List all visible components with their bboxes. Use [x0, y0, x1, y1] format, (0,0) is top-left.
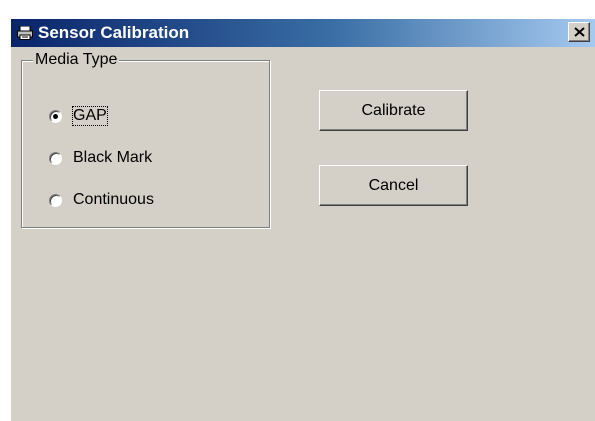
window-title: Sensor Calibration [38, 23, 190, 42]
radio-black-mark-circle[interactable] [49, 151, 62, 165]
radio-gap-label[interactable]: GAP [72, 106, 108, 126]
radio-continuous-circle[interactable] [49, 193, 62, 207]
media-type-legend: Media Type [33, 51, 120, 69]
radio-continuous[interactable]: Continuous [49, 189, 154, 211]
close-icon [574, 27, 585, 37]
radio-black-mark-label[interactable]: Black Mark [73, 149, 152, 167]
title-bar[interactable]: Sensor Calibration [11, 19, 595, 47]
close-button[interactable] [568, 22, 590, 42]
printer-icon [17, 25, 33, 40]
radio-black-mark[interactable]: Black Mark [49, 147, 152, 169]
calibrate-button[interactable]: Calibrate [319, 90, 468, 131]
radio-continuous-label[interactable]: Continuous [73, 191, 154, 209]
radio-gap-circle[interactable] [49, 109, 62, 123]
cancel-button[interactable]: Cancel [319, 165, 468, 206]
radio-gap[interactable]: GAP [49, 105, 108, 127]
